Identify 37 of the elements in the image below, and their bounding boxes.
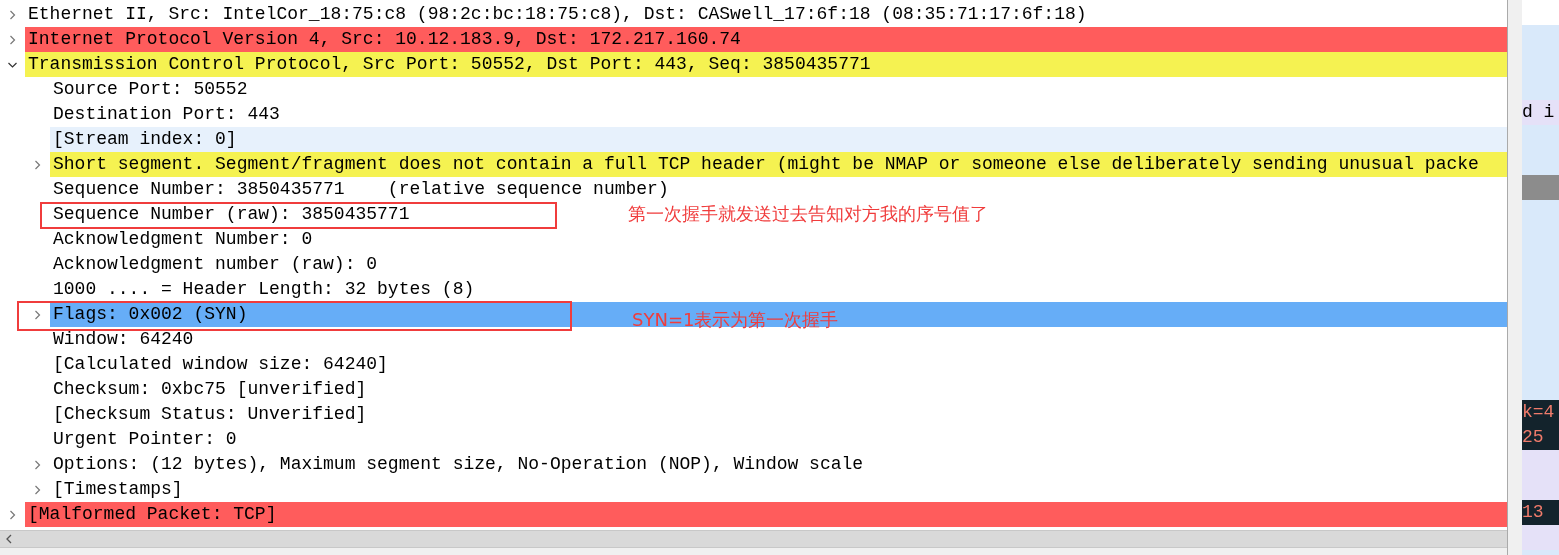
tree-item[interactable]: Internet Protocol Version 4, Src: 10.12.183.9, Dst: 172.217.160.74	[25, 27, 741, 52]
pane-row	[1522, 475, 1559, 500]
tree-item[interactable]: [Checksum Status: Unverified]	[50, 402, 367, 427]
annotation-note: SYN=1表示为第一次握手	[632, 308, 839, 332]
tree-item[interactable]: Options: (12 bytes), Maximum segment size, No-Operation (NOP), Window scale	[50, 452, 864, 477]
chevron-right-icon[interactable]	[33, 459, 42, 470]
chevron-right-icon[interactable]	[8, 509, 17, 520]
tree-item[interactable]: Flags: 0x002 (SYN)	[50, 302, 248, 327]
chevron-right-icon[interactable]	[8, 34, 17, 45]
chevron-right-icon[interactable]	[33, 159, 42, 170]
tree-item[interactable]: Acknowledgment number (raw): 0	[50, 252, 378, 277]
tree-item[interactable]: Checksum: 0xbc75 [unverified]	[50, 377, 367, 402]
tree-item[interactable]: Short segment. Segment/fragment does not contain a full TCP header (might be NMAP or someone else deliberately sending unusual packe	[50, 152, 1479, 177]
tree-item[interactable]: Sequence Number: 3850435771 (relative sequence number)	[50, 177, 669, 202]
tree-item[interactable]: [Stream index: 0]	[50, 127, 237, 152]
vertical-scrollbar[interactable]	[1507, 0, 1522, 555]
tree-item[interactable]: Window: 64240	[50, 327, 194, 352]
pane-row	[1522, 450, 1559, 475]
tree-item[interactable]: Sequence Number (raw): 3850435771	[50, 202, 410, 227]
tree-item[interactable]: 1000 .... = Header Length: 32 bytes (8)	[50, 277, 475, 302]
tree-item[interactable]: Transmission Control Protocol, Src Port: 50552, Dst Port: 443, Seq: 3850435771	[25, 52, 871, 77]
chevron-right-icon[interactable]	[33, 484, 42, 495]
tree-item[interactable]: Source Port: 50552	[50, 77, 248, 102]
tree-item[interactable]: Urgent Pointer: 0	[50, 427, 237, 452]
annotation-note: 第一次握手就发送过去告知对方我的序号值了	[628, 202, 988, 226]
pane-row	[1522, 175, 1559, 200]
tree-item[interactable]: Acknowledgment Number: 0	[50, 227, 313, 252]
scroll-left-icon[interactable]	[5, 534, 13, 544]
chevron-right-icon[interactable]	[8, 9, 17, 20]
tree-item[interactable]: [Malformed Packet: TCP]	[25, 502, 277, 527]
pane-row	[1522, 0, 1559, 25]
tree-item[interactable]: [Timestamps]	[50, 477, 183, 502]
tree-item[interactable]: Destination Port: 443	[50, 102, 280, 127]
tree-item[interactable]: [Calculated window size: 64240]	[50, 352, 388, 377]
tree-item[interactable]: Ethernet II, Src: IntelCor_18:75:c8 (98:2c:bc:18:75:c8), Dst: CASwell_17:6f:18 (08:35:71:17:6f:18)	[25, 2, 1087, 27]
horizontal-scrollbar[interactable]	[0, 530, 1507, 548]
chevron-right-icon[interactable]	[33, 309, 42, 320]
